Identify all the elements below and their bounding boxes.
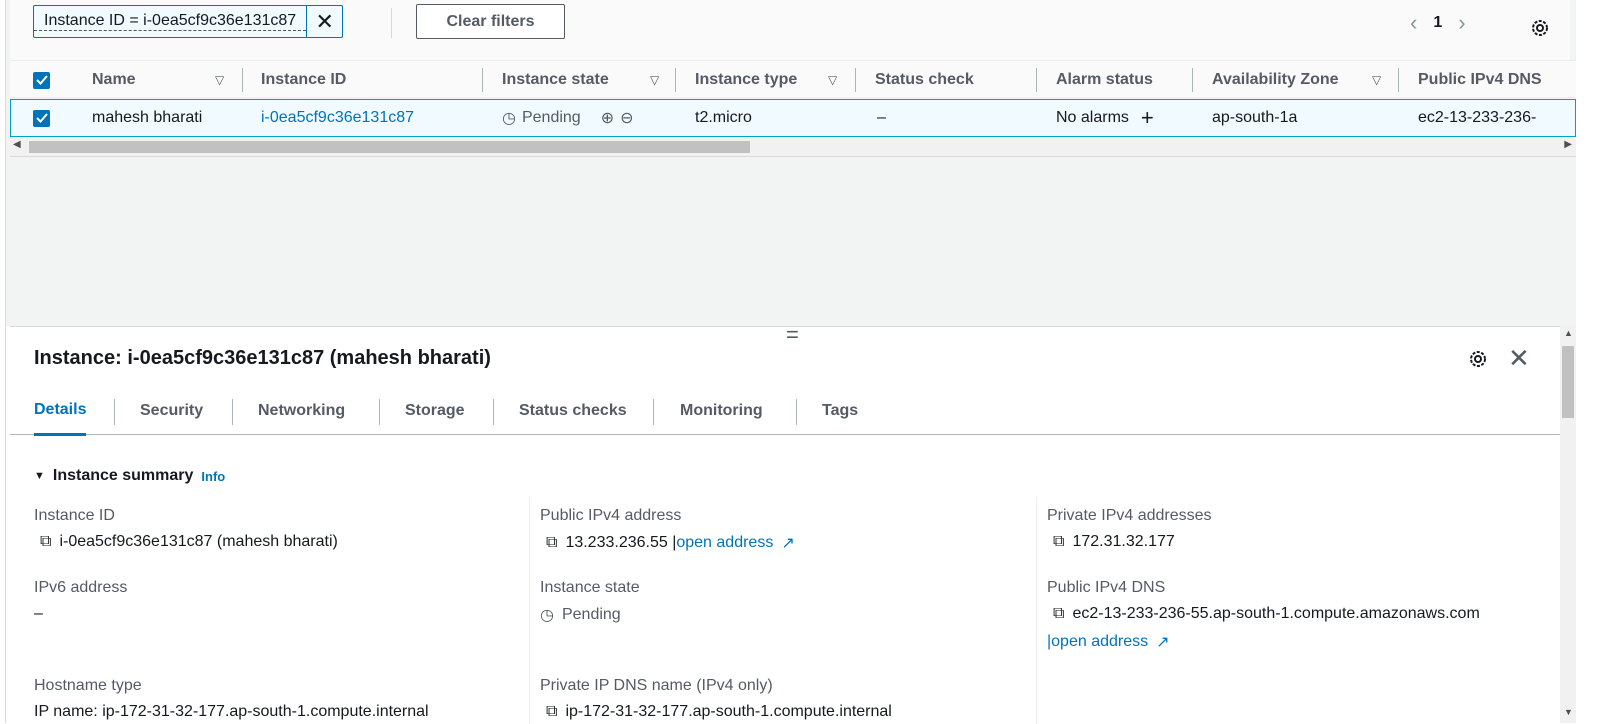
tab-monitoring[interactable]: Monitoring — [680, 387, 763, 435]
tab-details[interactable]: Details — [34, 387, 87, 436]
scroll-thumb[interactable] — [1562, 346, 1574, 418]
value-instance-id: ⧉ i-0ea5cf9c36e131c87 (mahesh bharati) — [40, 533, 338, 551]
cell-instance-id-link[interactable]: i-0ea5cf9c36e131c87 — [261, 100, 414, 136]
tab-status-checks[interactable]: Status checks — [519, 387, 627, 435]
header-availability-zone[interactable]: Availability Zone — [1212, 61, 1339, 99]
cell-az: ap-south-1a — [1212, 109, 1298, 126]
label-instance-state: Instance state — [540, 579, 640, 596]
public-ip-text: 13.233.236.55 | — [565, 534, 677, 551]
label-instance-id: Instance ID — [34, 507, 115, 524]
cell-name: mahesh bharati — [92, 109, 203, 126]
add-alarm-icon[interactable]: + — [1141, 105, 1154, 131]
panel-settings-gear-icon[interactable] — [1468, 349, 1488, 374]
copy-icon[interactable]: ⧉ — [546, 534, 557, 552]
zoom-out-icon[interactable]: ⊖ — [620, 108, 633, 128]
header-instance-id[interactable]: Instance ID — [261, 61, 346, 99]
table-row[interactable]: mahesh bharati i-0ea5cf9c36e131c87 ◷ Pen… — [10, 99, 1576, 137]
divider — [391, 8, 392, 38]
tab-tags[interactable]: Tags — [822, 387, 858, 435]
copy-icon[interactable]: ⧉ — [546, 703, 557, 721]
instance-id-text: i-0ea5cf9c36e131c87 (mahesh bharati) — [59, 533, 338, 550]
tab-networking[interactable]: Networking — [258, 387, 345, 435]
pagination: ‹ 1 › — [1410, 10, 1466, 36]
header-instance-state[interactable]: Instance state — [502, 61, 609, 99]
external-link-icon[interactable]: ↗ — [781, 533, 794, 553]
header-alarm-status[interactable]: Alarm status — [1056, 61, 1153, 99]
external-link-icon[interactable]: ↗ — [1156, 632, 1169, 652]
preferences-gear-icon[interactable] — [1530, 18, 1550, 43]
remove-filter-icon[interactable]: ✕ — [306, 6, 342, 37]
alarm-label: No alarms — [1056, 109, 1129, 126]
panel-resize-handle[interactable]: = — [786, 322, 799, 348]
zoom-in-icon[interactable]: ⊕ — [601, 108, 614, 128]
tab-storage[interactable]: Storage — [405, 387, 465, 435]
label-private-dns: Private IP DNS name (IPv4 only) — [540, 677, 773, 694]
filter-token-label: Instance ID = i-0ea5cf9c36e131c87 — [34, 12, 307, 31]
vertical-scrollbar[interactable]: ▲ ▼ — [1560, 326, 1576, 723]
page-number[interactable]: 1 — [1433, 14, 1442, 32]
value-ipv6: – — [34, 605, 43, 622]
label-ipv6: IPv6 address — [34, 579, 128, 596]
info-link[interactable]: Info — [201, 469, 225, 484]
section-title: Instance summary — [52, 467, 194, 484]
header-status-check[interactable]: Status check — [875, 61, 974, 99]
value-private-ip: ⧉ 172.31.32.177 — [1053, 533, 1175, 551]
select-all-checkbox[interactable] — [33, 61, 50, 99]
clear-filters-button[interactable]: Clear filters — [416, 4, 565, 39]
clock-icon: ◷ — [502, 110, 516, 127]
sort-icon[interactable]: ▽ — [1372, 61, 1381, 99]
table-header: Name ▽ Instance ID Instance state ▽ Inst… — [10, 60, 1576, 98]
sort-icon[interactable]: ▽ — [650, 61, 659, 99]
value-instance-state: ◷ Pending — [540, 605, 621, 625]
open-address-link[interactable]: |open address — [1047, 633, 1148, 651]
cell-alarm: No alarms + — [1056, 100, 1154, 136]
copy-icon[interactable]: ⧉ — [1053, 533, 1064, 551]
public-dns-text: ec2-13-233-236-55.ap-south-1.compute.ama… — [1072, 605, 1480, 622]
next-page-icon[interactable]: › — [1458, 10, 1465, 36]
header-instance-type[interactable]: Instance type — [695, 61, 797, 99]
cell-dns: ec2-13-233-236- — [1418, 109, 1537, 126]
collapse-caret-icon[interactable]: ▼ — [34, 470, 45, 482]
state-label: Pending — [521, 109, 581, 126]
value-public-dns: ⧉ ec2-13-233-236-55.ap-south-1.compute.a… — [1053, 605, 1480, 623]
cell-state: ◷ Pending ⊕ ⊖ — [502, 100, 634, 136]
copy-icon[interactable]: ⧉ — [40, 533, 51, 551]
private-dns-text: ip-172-31-32-177.ap-south-1.compute.inte… — [565, 703, 892, 720]
value-private-dns: ⧉ ip-172-31-32-177.ap-south-1.compute.in… — [546, 703, 892, 721]
left-edge — [0, 0, 6, 723]
label-private-ip: Private IPv4 addresses — [1047, 507, 1212, 524]
value-public-ip: ⧉ 13.233.236.55 | open address ↗ — [546, 533, 795, 553]
cell-type: t2.micro — [695, 109, 752, 126]
details-panel: Instance: i-0ea5cf9c36e131c87 (mahesh bh… — [10, 326, 1560, 724]
state-text: Pending — [561, 606, 621, 623]
sort-icon[interactable]: ▽ — [215, 61, 224, 99]
row-checkbox[interactable] — [33, 100, 50, 136]
header-public-dns[interactable]: Public IPv4 DNS — [1418, 61, 1542, 99]
private-ip-text: 172.31.32.177 — [1072, 533, 1175, 550]
clock-icon: ◷ — [540, 607, 554, 624]
value-hostname: IP name: ip-172-31-32-177.ap-south-1.com… — [34, 703, 429, 720]
instance-summary-header[interactable]: ▼ Instance summary Info — [34, 467, 225, 485]
public-dns-open-address: |open address ↗ — [1047, 632, 1170, 652]
label-public-ip: Public IPv4 address — [540, 507, 682, 524]
tab-bar: Details Security Networking Storage Stat… — [10, 387, 1560, 436]
label-public-dns: Public IPv4 DNS — [1047, 579, 1166, 596]
close-panel-icon[interactable]: ✕ — [1508, 343, 1530, 374]
cell-status-check: – — [877, 109, 886, 126]
header-name[interactable]: Name — [92, 61, 136, 99]
horizontal-scrollbar[interactable]: ◀ ▶ — [10, 137, 1576, 157]
sort-icon[interactable]: ▽ — [828, 61, 837, 99]
open-address-link[interactable]: open address — [676, 534, 773, 552]
filter-token[interactable]: Instance ID = i-0ea5cf9c36e131c87 ✕ — [33, 5, 344, 38]
tab-security[interactable]: Security — [140, 387, 203, 435]
copy-icon[interactable]: ⧉ — [1053, 605, 1064, 623]
label-hostname-type: Hostname type — [34, 677, 142, 694]
panel-title: Instance: i-0ea5cf9c36e131c87 (mahesh bh… — [34, 347, 491, 369]
prev-page-icon[interactable]: ‹ — [1410, 10, 1417, 36]
scroll-thumb[interactable] — [29, 141, 750, 153]
